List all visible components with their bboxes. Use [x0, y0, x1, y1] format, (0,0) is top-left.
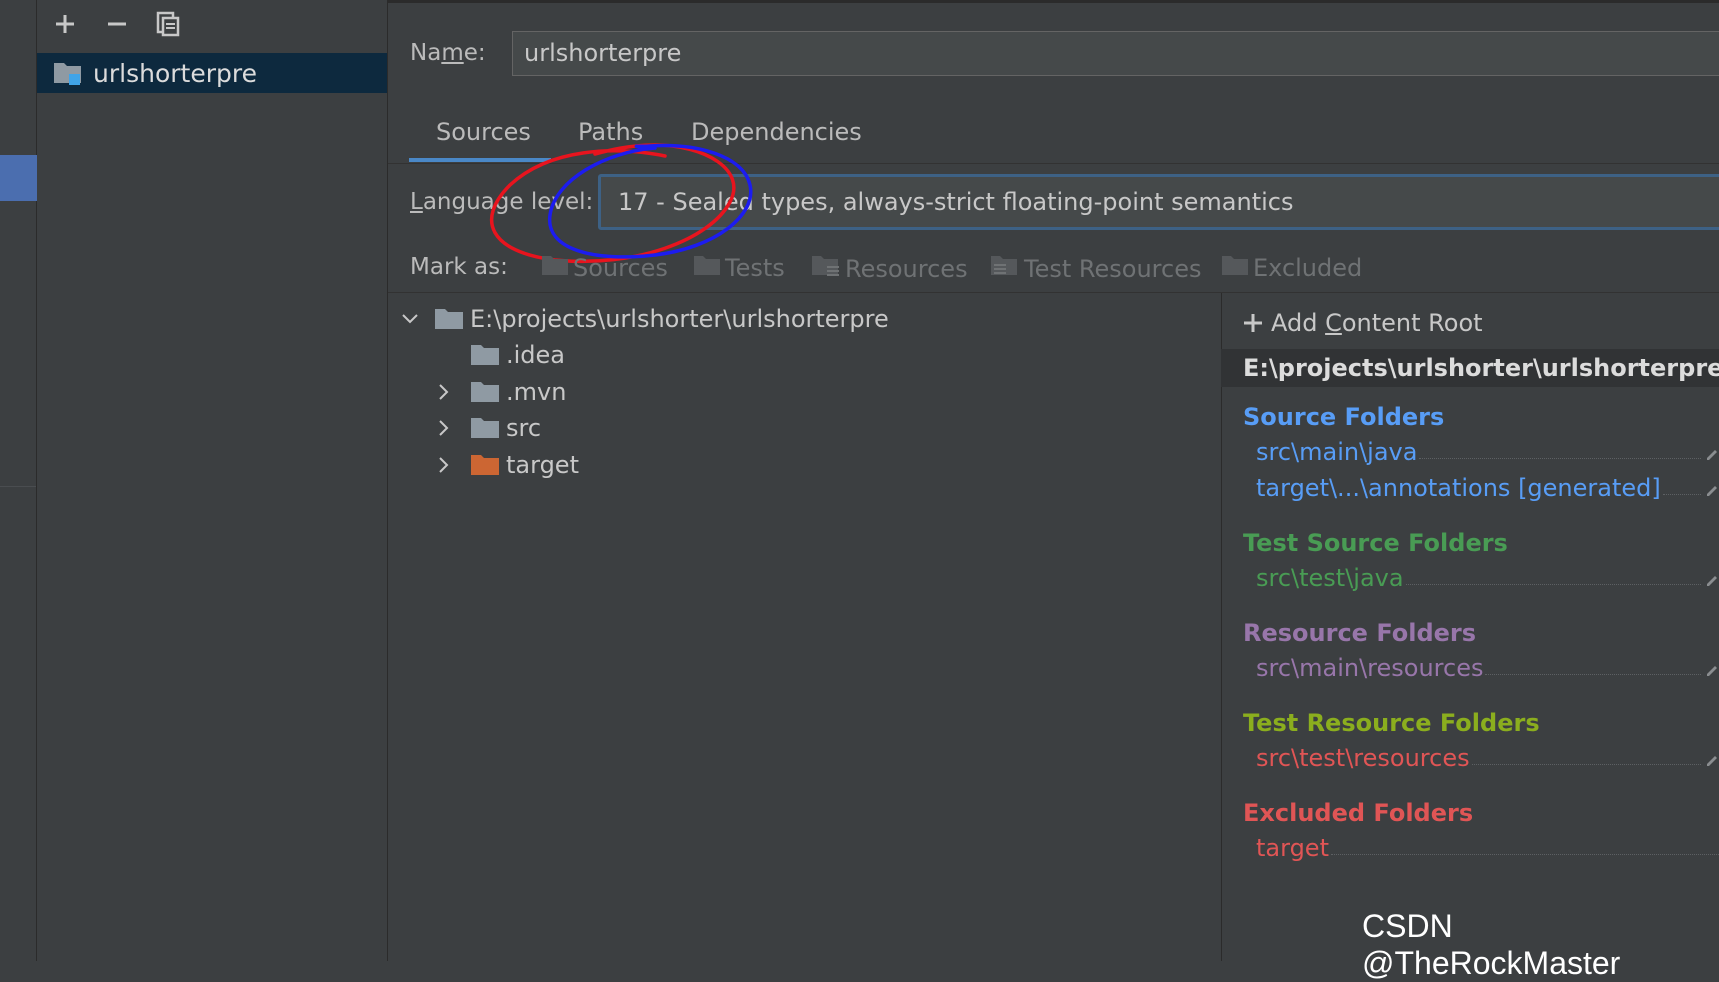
- folder-entry-label: target: [1256, 834, 1329, 862]
- leader-dots: [1471, 763, 1701, 765]
- leader-dots: [1662, 493, 1701, 495]
- edit-icon[interactable]: [1705, 744, 1719, 772]
- folder-icon: [470, 380, 500, 404]
- folder-entry-label: target\...\annotations [generated]: [1256, 474, 1661, 502]
- content-root-path: E:\projects\urlshorter\urlshorterpre: [1221, 349, 1719, 387]
- folder-entry-label: src\main\resources: [1256, 654, 1484, 682]
- add-content-root-button[interactable]: Add Content Root: [1243, 309, 1483, 337]
- sidebar-divider: [0, 486, 36, 487]
- copy-module-button[interactable]: [150, 8, 186, 44]
- edit-icon[interactable]: [1705, 474, 1719, 502]
- tests-folder-icon: [693, 254, 725, 282]
- source-folder-entry[interactable]: src\main\java: [1256, 438, 1719, 466]
- plus-icon: [1243, 313, 1263, 333]
- mark-as-test-resources-label: Test Resources: [1024, 255, 1202, 283]
- resource-folder-entry[interactable]: src\main\resources: [1256, 654, 1719, 682]
- mark-as-sources-button[interactable]: Sources: [541, 254, 668, 282]
- module-list-pane: [37, 0, 388, 961]
- copy-icon: [156, 11, 180, 41]
- minus-icon: [106, 13, 128, 39]
- tree-row-mvn[interactable]: .mvn: [434, 372, 566, 412]
- mark-as-label: Mark as:: [410, 254, 508, 280]
- chevron-right-icon[interactable]: [434, 382, 454, 402]
- tree-item-label: src: [506, 414, 542, 442]
- module-folder-icon: [53, 60, 83, 86]
- mark-as-resources-label: Resources: [845, 255, 968, 283]
- mark-as-resources-button[interactable]: Resources: [811, 254, 968, 284]
- source-folders-title: Source Folders: [1243, 403, 1445, 431]
- plus-icon: [54, 13, 76, 39]
- folder-entry-label: src\test\resources: [1256, 744, 1470, 772]
- folder-icon: [470, 343, 500, 367]
- module-name-field[interactable]: urlshorterpre: [512, 31, 1719, 76]
- mark-as-excluded-button[interactable]: Excluded: [1221, 254, 1362, 282]
- module-name: urlshorterpre: [93, 58, 257, 88]
- resource-folders-title: Resource Folders: [1243, 619, 1477, 647]
- excluded-folder-icon: [470, 453, 500, 477]
- test-resource-folder-entry[interactable]: src\test\resources: [1256, 744, 1719, 772]
- mark-as-test-resources-button[interactable]: Test Resources: [990, 254, 1201, 284]
- edit-icon[interactable]: [1705, 654, 1719, 682]
- resources-folder-icon: [811, 254, 845, 284]
- test-source-folder-entry[interactable]: src\test\java: [1256, 564, 1719, 592]
- leader-dots: [1419, 457, 1701, 459]
- tree-row-root[interactable]: E:\projects\urlshorter\urlshorterpre: [400, 299, 889, 339]
- test-source-folders-title: Test Source Folders: [1243, 529, 1508, 557]
- edit-icon[interactable]: [1705, 564, 1719, 592]
- test-resource-folders-title: Test Resource Folders: [1243, 709, 1540, 737]
- excluded-folders-title: Excluded Folders: [1243, 799, 1474, 827]
- blue-circle-annotation: [548, 143, 753, 259]
- leader-dots: [1485, 673, 1701, 675]
- remove-module-button[interactable]: [99, 8, 135, 44]
- folder-icon: [470, 416, 500, 440]
- source-folder-entry[interactable]: target\...\annotations [generated]: [1256, 474, 1719, 502]
- tree-item-label: E:\projects\urlshorter\urlshorterpre: [470, 305, 889, 333]
- leader-dots: [1405, 583, 1701, 585]
- excluded-folder-entry[interactable]: target: [1256, 834, 1719, 862]
- edit-icon[interactable]: [1705, 438, 1719, 466]
- tree-row-target[interactable]: target: [434, 445, 579, 485]
- mark-as-excluded-label: Excluded: [1253, 254, 1363, 282]
- sidebar-selected-indicator[interactable]: [0, 155, 37, 201]
- chevron-down-icon[interactable]: [400, 309, 420, 329]
- mark-as-tests-label: Tests: [725, 254, 785, 282]
- leader-dots: [1330, 853, 1719, 855]
- folder-entry-label: src\test\java: [1256, 564, 1404, 592]
- content-tree: E:\projects\urlshorter\urlshorterpre .id…: [388, 293, 1220, 961]
- tree-item-label: target: [506, 451, 579, 479]
- settings-sidebar-strip: [0, 0, 37, 961]
- tree-row-idea[interactable]: .idea: [470, 335, 565, 375]
- mark-as-tests-button[interactable]: Tests: [693, 254, 785, 282]
- test-resources-folder-icon: [990, 254, 1024, 284]
- tree-item-label: .idea: [506, 341, 566, 369]
- add-content-root-label: Add Content Root: [1271, 309, 1483, 337]
- tree-row-src[interactable]: src: [434, 408, 541, 448]
- watermark: CSDN @TheRockMaster: [1362, 908, 1621, 981]
- chevron-right-icon[interactable]: [434, 418, 454, 438]
- folder-entry-label: src\main\java: [1256, 438, 1418, 466]
- name-label: Name:: [410, 40, 486, 66]
- sources-folder-icon: [541, 254, 573, 282]
- folder-icon: [434, 307, 464, 331]
- excluded-folder-icon: [1221, 254, 1253, 282]
- add-module-button[interactable]: [47, 8, 83, 44]
- mark-as-sources-label: Sources: [573, 254, 668, 282]
- chevron-right-icon[interactable]: [434, 455, 454, 475]
- tree-item-label: .mvn: [506, 378, 567, 406]
- module-list-item[interactable]: urlshorterpre: [37, 53, 387, 93]
